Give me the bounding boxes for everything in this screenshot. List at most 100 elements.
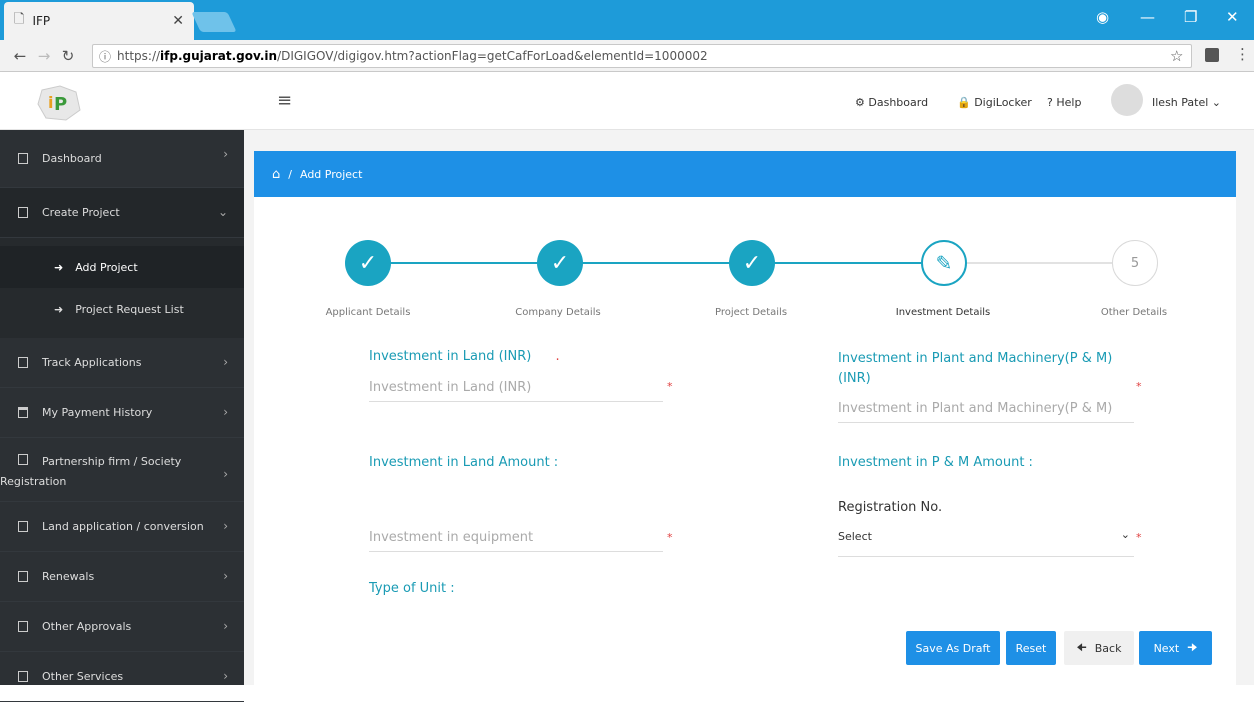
back-arrow-icon[interactable]: ← <box>8 47 32 65</box>
land-investment-input[interactable]: Investment in Land (INR) <box>369 380 663 402</box>
next-button[interactable]: Next 🠊 <box>1139 631 1212 665</box>
card-icon <box>18 407 28 418</box>
step-investment-details[interactable]: ✎ <box>921 240 967 286</box>
chevron-right-icon: › <box>223 405 228 419</box>
page-icon: 🗋 <box>14 12 25 27</box>
sidebar-item-land-application[interactable]: Land application / conversion › <box>0 502 244 552</box>
info-icon[interactable]: ⓘ <box>99 48 111 65</box>
avatar[interactable] <box>1111 84 1143 116</box>
back-button[interactable]: 🠈 Back <box>1064 631 1134 665</box>
save-draft-button[interactable]: Save As Draft <box>906 631 1000 665</box>
create-project-submenu: ➜ Add Project ➜ Project Request List <box>0 238 244 338</box>
sidebar-item-renewals[interactable]: Renewals › <box>0 552 244 602</box>
sidebar-item-create-project[interactable]: Create Project ⌄ <box>0 188 244 238</box>
arrow-right-icon: 🠊 <box>1187 640 1198 654</box>
building-icon <box>18 207 28 218</box>
address-bar[interactable]: ⓘ https:// ifp.gujarat.gov.in /DIGIGOV/d… <box>92 44 1192 68</box>
sidebar-item-other-approvals[interactable]: Other Approvals › <box>0 602 244 652</box>
sidebar-item-other-services[interactable]: Other Services › <box>0 652 244 702</box>
nav-digilocker[interactable]: 🔒 DigiLocker <box>957 96 1032 109</box>
nav-dashboard[interactable]: ⚙ Dashboard <box>855 96 928 109</box>
breadcrumb-current: Add Project <box>299 167 363 181</box>
stepper-line-pending <box>966 262 1112 264</box>
step-project-details[interactable]: ✓ <box>729 240 775 286</box>
step-label: Other Details <box>1100 307 1168 318</box>
dashboard-icon: ⚙ <box>855 96 865 109</box>
step-applicant-details[interactable]: ✓ <box>345 240 391 286</box>
question-icon: ? <box>1047 96 1053 109</box>
tab-title: IFP <box>32 14 51 28</box>
building-icon <box>18 621 28 632</box>
browser-tab[interactable]: 🗋 IFP ✕ <box>4 2 194 40</box>
chevron-down-icon: ⌄ <box>1120 528 1130 541</box>
profile-icon[interactable]: ◉ <box>1096 8 1109 26</box>
svg-text:i: i <box>48 93 53 112</box>
pm-investment-input[interactable]: Investment in Plant and Machinery(P & M) <box>838 401 1134 423</box>
chevron-right-icon: › <box>223 467 228 481</box>
pm-investment-label: Investment in Plant and Machinery(P & M)… <box>838 351 1113 386</box>
browser-menu-icon[interactable]: ⋮ <box>1235 45 1250 63</box>
chevron-right-icon: › <box>223 619 228 633</box>
step-label: Project Details <box>714 307 788 318</box>
hamburger-menu-icon[interactable]: ≡ <box>277 90 292 111</box>
user-menu[interactable]: Ilesh Patel ⌄ <box>1152 96 1221 109</box>
required-marker: * <box>667 380 673 393</box>
land-amount-label: Investment in Land Amount : <box>369 455 559 470</box>
building-icon <box>18 153 28 164</box>
reload-icon[interactable]: ↻ <box>56 47 80 65</box>
restore-icon[interactable]: ❐ <box>1184 8 1197 26</box>
close-window-icon[interactable]: ✕ <box>1226 8 1239 26</box>
nav-help[interactable]: ? Help <box>1047 96 1081 109</box>
arrow-right-icon: ➜ <box>54 302 64 316</box>
minimize-icon[interactable]: — <box>1140 8 1155 26</box>
building-icon <box>18 671 28 682</box>
building-icon <box>18 357 28 368</box>
bookmark-star-icon[interactable]: ☆ <box>1170 47 1183 65</box>
arrow-left-icon: 🠈 <box>1076 640 1087 654</box>
chevron-right-icon: › <box>223 147 228 161</box>
building-icon <box>18 571 28 582</box>
check-icon: ✓ <box>358 250 378 276</box>
close-tab-icon[interactable]: ✕ <box>172 13 184 29</box>
chevron-down-icon: ⌄ <box>1211 96 1222 109</box>
sidebar-subitem-add-project[interactable]: ➜ Add Project <box>0 246 244 288</box>
building-icon <box>18 521 28 532</box>
url-path: /DIGIGOV/digigov.htm?actionFlag=getCafFo… <box>277 49 708 63</box>
check-icon: ✓ <box>550 250 570 276</box>
chevron-right-icon: › <box>223 519 228 533</box>
arrow-right-icon: ➜ <box>54 260 64 274</box>
sidebar: Dashboard › Create Project ⌄ ➜ Add Proje… <box>0 130 244 702</box>
chevron-right-icon: › <box>223 569 228 583</box>
browser-titlebar: 🗋 IFP ✕ ◉ — ❐ ✕ <box>0 0 1254 40</box>
step-other-details[interactable]: 5 <box>1112 240 1158 286</box>
required-marker: * <box>1136 380 1142 393</box>
new-tab-button[interactable] <box>191 12 237 32</box>
sidebar-item-partnership[interactable]: Partnership firm / Society Registration … <box>0 438 244 502</box>
sidebar-item-track-applications[interactable]: Track Applications › <box>0 338 244 388</box>
step-label: Applicant Details <box>325 307 411 318</box>
registration-label: Registration No. <box>838 500 943 515</box>
step-company-details[interactable]: ✓ <box>537 240 583 286</box>
home-icon[interactable]: ⌂ <box>272 167 280 182</box>
ifp-logo: i P <box>37 85 81 121</box>
registration-select[interactable]: Select ⌄ <box>838 528 1134 557</box>
forward-arrow-icon[interactable]: → <box>32 47 56 65</box>
building-icon <box>18 454 28 465</box>
extension-icon[interactable] <box>1205 48 1219 62</box>
land-investment-label: Investment in Land (INR) . <box>369 349 560 364</box>
equipment-investment-input[interactable]: Investment in equipment <box>369 530 663 552</box>
check-icon: ✓ <box>742 250 762 276</box>
required-marker: * <box>1136 531 1142 544</box>
sidebar-item-dashboard[interactable]: Dashboard › <box>0 130 244 188</box>
partnership-label: Partnership firm / Society Registration <box>0 454 182 488</box>
svg-text:P: P <box>54 94 67 115</box>
pm-amount-label: Investment in P & M Amount : <box>838 455 1033 470</box>
sidebar-item-payment-history[interactable]: My Payment History › <box>0 388 244 438</box>
sidebar-subitem-project-request-list[interactable]: ➜ Project Request List <box>0 288 244 330</box>
reset-button[interactable]: Reset <box>1006 631 1056 665</box>
stepper-line-done <box>390 262 930 264</box>
url-host: ifp.gujarat.gov.in <box>160 49 278 63</box>
breadcrumb: ⌂ / Add Project <box>254 151 1236 197</box>
step-label: Investment Details <box>895 307 991 318</box>
chevron-down-icon: ⌄ <box>217 205 228 219</box>
